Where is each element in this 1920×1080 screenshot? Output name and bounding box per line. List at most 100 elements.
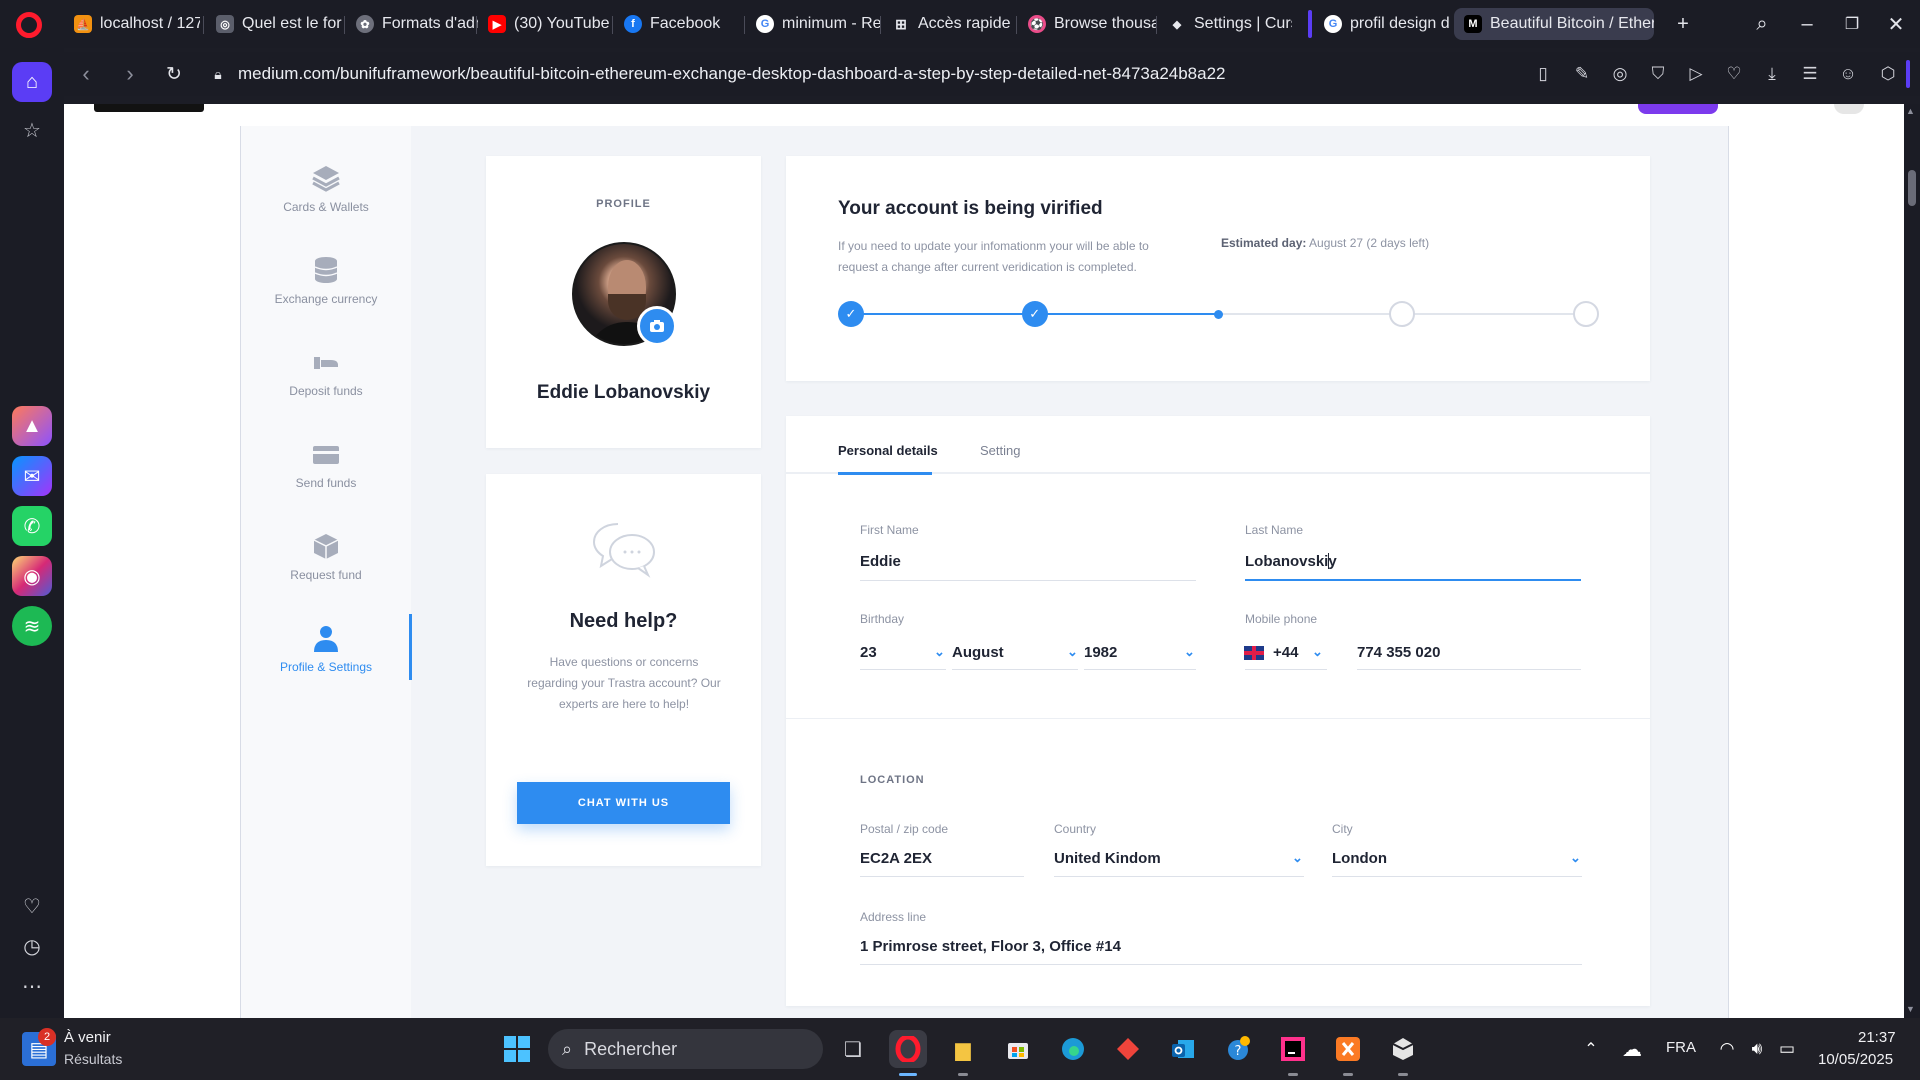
easy-setup-icon[interactable]: ☰ xyxy=(1798,62,1822,86)
download-icon[interactable]: ⤓ xyxy=(1760,62,1784,86)
tab-localhost[interactable]: ⛵ localhost / 127. xyxy=(64,8,200,40)
chevron-down-icon[interactable]: ⌄ xyxy=(934,644,945,660)
cursor-app-icon[interactable] xyxy=(1384,1030,1422,1068)
extensions-cube-icon[interactable]: ⬡ xyxy=(1876,62,1900,86)
address-bar: ‹ › ↻ 🔒︎ medium.com/bunifuframework/beau… xyxy=(64,52,1920,96)
star-icon[interactable]: ☆ xyxy=(12,110,52,150)
intellij-icon[interactable] xyxy=(1274,1030,1312,1068)
more-dots-icon[interactable]: ⋯ xyxy=(12,966,52,1006)
tab-browse[interactable]: ⚽ Browse thousa xyxy=(1018,8,1156,40)
estimated-day: Estimated day: August 27 (2 days left) xyxy=(1221,236,1429,250)
tab-youtube[interactable]: ▶ (30) YouTube xyxy=(478,8,616,40)
opera-logo-icon[interactable] xyxy=(16,12,42,38)
instagram-icon[interactable]: ◉ xyxy=(12,556,52,596)
first-name-field[interactable]: Eddie xyxy=(860,553,901,570)
nav-exchange-currency[interactable]: Exchange currency xyxy=(241,256,411,306)
get-help-icon[interactable]: ? xyxy=(1219,1030,1257,1068)
tab-facebook[interactable]: f Facebook xyxy=(614,8,744,40)
nav-cards-wallets[interactable]: Cards & Wallets xyxy=(241,164,411,214)
tab-acces-rapide[interactable]: ⊞ Accès rapide xyxy=(882,8,1014,40)
scroll-down-icon[interactable]: ▼ xyxy=(1906,1004,1915,1014)
postal-code-field[interactable]: EC2A 2EX xyxy=(860,850,932,867)
new-tab-plus-icon[interactable]: + xyxy=(1669,10,1697,38)
profile-icon[interactable]: ☺ xyxy=(1836,62,1860,86)
play-icon[interactable]: ▷ xyxy=(1684,62,1708,86)
last-name-field[interactable]: Lobanovskiy xyxy=(1245,553,1337,570)
tab-quel-est[interactable]: ◎ Quel est le form xyxy=(206,8,342,40)
birthday-month-select[interactable]: August xyxy=(952,644,1004,661)
onedrive-cloud-icon[interactable]: ☁ xyxy=(1613,1030,1651,1068)
chevron-down-icon[interactable]: ⌄ xyxy=(1312,644,1323,660)
heart-icon[interactable]: ♡ xyxy=(1722,62,1746,86)
language-indicator[interactable]: FRA xyxy=(1666,1039,1696,1056)
mobile-number-field[interactable]: 774 355 020 xyxy=(1357,644,1440,661)
edit-icon[interactable]: ✎ xyxy=(1570,62,1594,86)
clock-date[interactable]: 10/05/2025 xyxy=(1818,1051,1893,1068)
tab-personal-details[interactable]: Personal details xyxy=(838,443,938,458)
microsoft-store-icon[interactable] xyxy=(999,1030,1037,1068)
city-select[interactable]: London xyxy=(1332,850,1387,867)
opera-taskbar-icon[interactable] xyxy=(889,1030,927,1068)
show-hidden-icons-chevron-icon[interactable]: ⌃ xyxy=(1572,1030,1610,1068)
home-icon[interactable]: ⌂ xyxy=(12,62,52,102)
scroll-up-icon[interactable]: ▲ xyxy=(1906,106,1915,116)
lock-icon[interactable]: 🔒︎ xyxy=(204,60,232,88)
shield-icon[interactable]: ⛉ xyxy=(1646,62,1670,86)
minimize-icon[interactable]: – xyxy=(1793,10,1821,38)
clock-time[interactable]: 21:37 xyxy=(1858,1029,1896,1046)
chevron-down-icon[interactable]: ⌄ xyxy=(1184,644,1195,660)
url-input[interactable]: medium.com/bunifuframework/beautiful-bit… xyxy=(238,64,1226,84)
restore-icon[interactable]: ❐ xyxy=(1838,10,1866,38)
nav-deposit-funds[interactable]: Deposit funds xyxy=(241,348,411,398)
windows-start-icon[interactable] xyxy=(498,1030,536,1068)
heart-icon[interactable]: ♡ xyxy=(12,886,52,926)
medium-avatar-cutoff[interactable] xyxy=(1834,104,1864,114)
close-window-icon[interactable]: ✕ xyxy=(1882,10,1910,38)
country-select[interactable]: United Kindom xyxy=(1054,850,1161,867)
tab-settings-cursor[interactable]: ◆ Settings | Curs xyxy=(1158,8,1292,40)
chevron-down-icon[interactable]: ⌄ xyxy=(1570,850,1581,866)
edge-icon[interactable] xyxy=(1054,1030,1092,1068)
outlook-icon[interactable] xyxy=(1164,1030,1202,1068)
search-tabs-icon[interactable]: ⌕ xyxy=(1748,10,1776,38)
whatsapp-icon[interactable]: ✆ xyxy=(12,506,52,546)
forward-arrow-icon[interactable]: › xyxy=(116,60,144,88)
page-scrollbar[interactable]: ▲ ▼ xyxy=(1904,104,1920,1018)
tab-profil-design[interactable]: G profil design d xyxy=(1314,8,1454,40)
task-view-icon[interactable]: ❏ xyxy=(834,1030,872,1068)
birthday-year-select[interactable]: 1982 xyxy=(1084,644,1117,661)
tab-setting[interactable]: Setting xyxy=(980,443,1020,458)
tab-minimum[interactable]: G minimum - Rec xyxy=(746,8,882,40)
tab-formats[interactable]: ✿ Formats d'adre xyxy=(346,8,478,40)
back-arrow-icon[interactable]: ‹ xyxy=(72,60,100,88)
spotify-icon[interactable]: ≋ xyxy=(12,606,52,646)
address-field[interactable]: 1 Primrose street, Floor 3, Office #14 xyxy=(860,938,1121,955)
history-clock-icon[interactable]: ◷ xyxy=(12,926,52,966)
step-marker xyxy=(1206,301,1232,327)
birthday-day-select[interactable]: 23 xyxy=(860,644,877,661)
chat-with-us-button[interactable]: CHAT WITH US xyxy=(517,782,730,824)
xampp-icon[interactable] xyxy=(1329,1030,1367,1068)
taskbar-search-box[interactable]: ⌕ Rechercher xyxy=(548,1029,823,1069)
tab-beautiful-bitcoin[interactable]: M Beautiful Bitcoin / Ethere xyxy=(1454,8,1654,40)
file-explorer-icon[interactable]: ▆ xyxy=(944,1030,982,1068)
reload-icon[interactable]: ↻ xyxy=(160,60,188,88)
scroll-thumb[interactable] xyxy=(1908,170,1916,206)
widget-title[interactable]: À venir xyxy=(64,1029,111,1046)
chevron-down-icon[interactable]: ⌄ xyxy=(1067,644,1078,660)
chat-bubbles-icon xyxy=(590,520,658,578)
reader-mode-icon[interactable]: ▯ xyxy=(1531,62,1555,86)
medium-button-cutoff[interactable] xyxy=(1638,104,1718,114)
anydesk-icon[interactable] xyxy=(1109,1030,1147,1068)
aria-ai-icon[interactable]: ▲ xyxy=(12,406,52,446)
tab-label: minimum - Rec xyxy=(782,15,882,32)
nav-profile-settings[interactable]: Profile & Settings xyxy=(241,624,411,674)
battery-icon[interactable]: ▭ xyxy=(1768,1030,1806,1068)
nav-request-fund[interactable]: Request fund xyxy=(241,532,411,582)
country-code-select[interactable]: +44 xyxy=(1273,644,1298,661)
camera-snapshot-icon[interactable]: ◎ xyxy=(1608,62,1632,86)
camera-icon[interactable] xyxy=(637,306,677,346)
nav-send-funds[interactable]: Send funds xyxy=(241,440,411,490)
chevron-down-icon[interactable]: ⌄ xyxy=(1292,850,1303,866)
messenger-icon[interactable]: ✉ xyxy=(12,456,52,496)
